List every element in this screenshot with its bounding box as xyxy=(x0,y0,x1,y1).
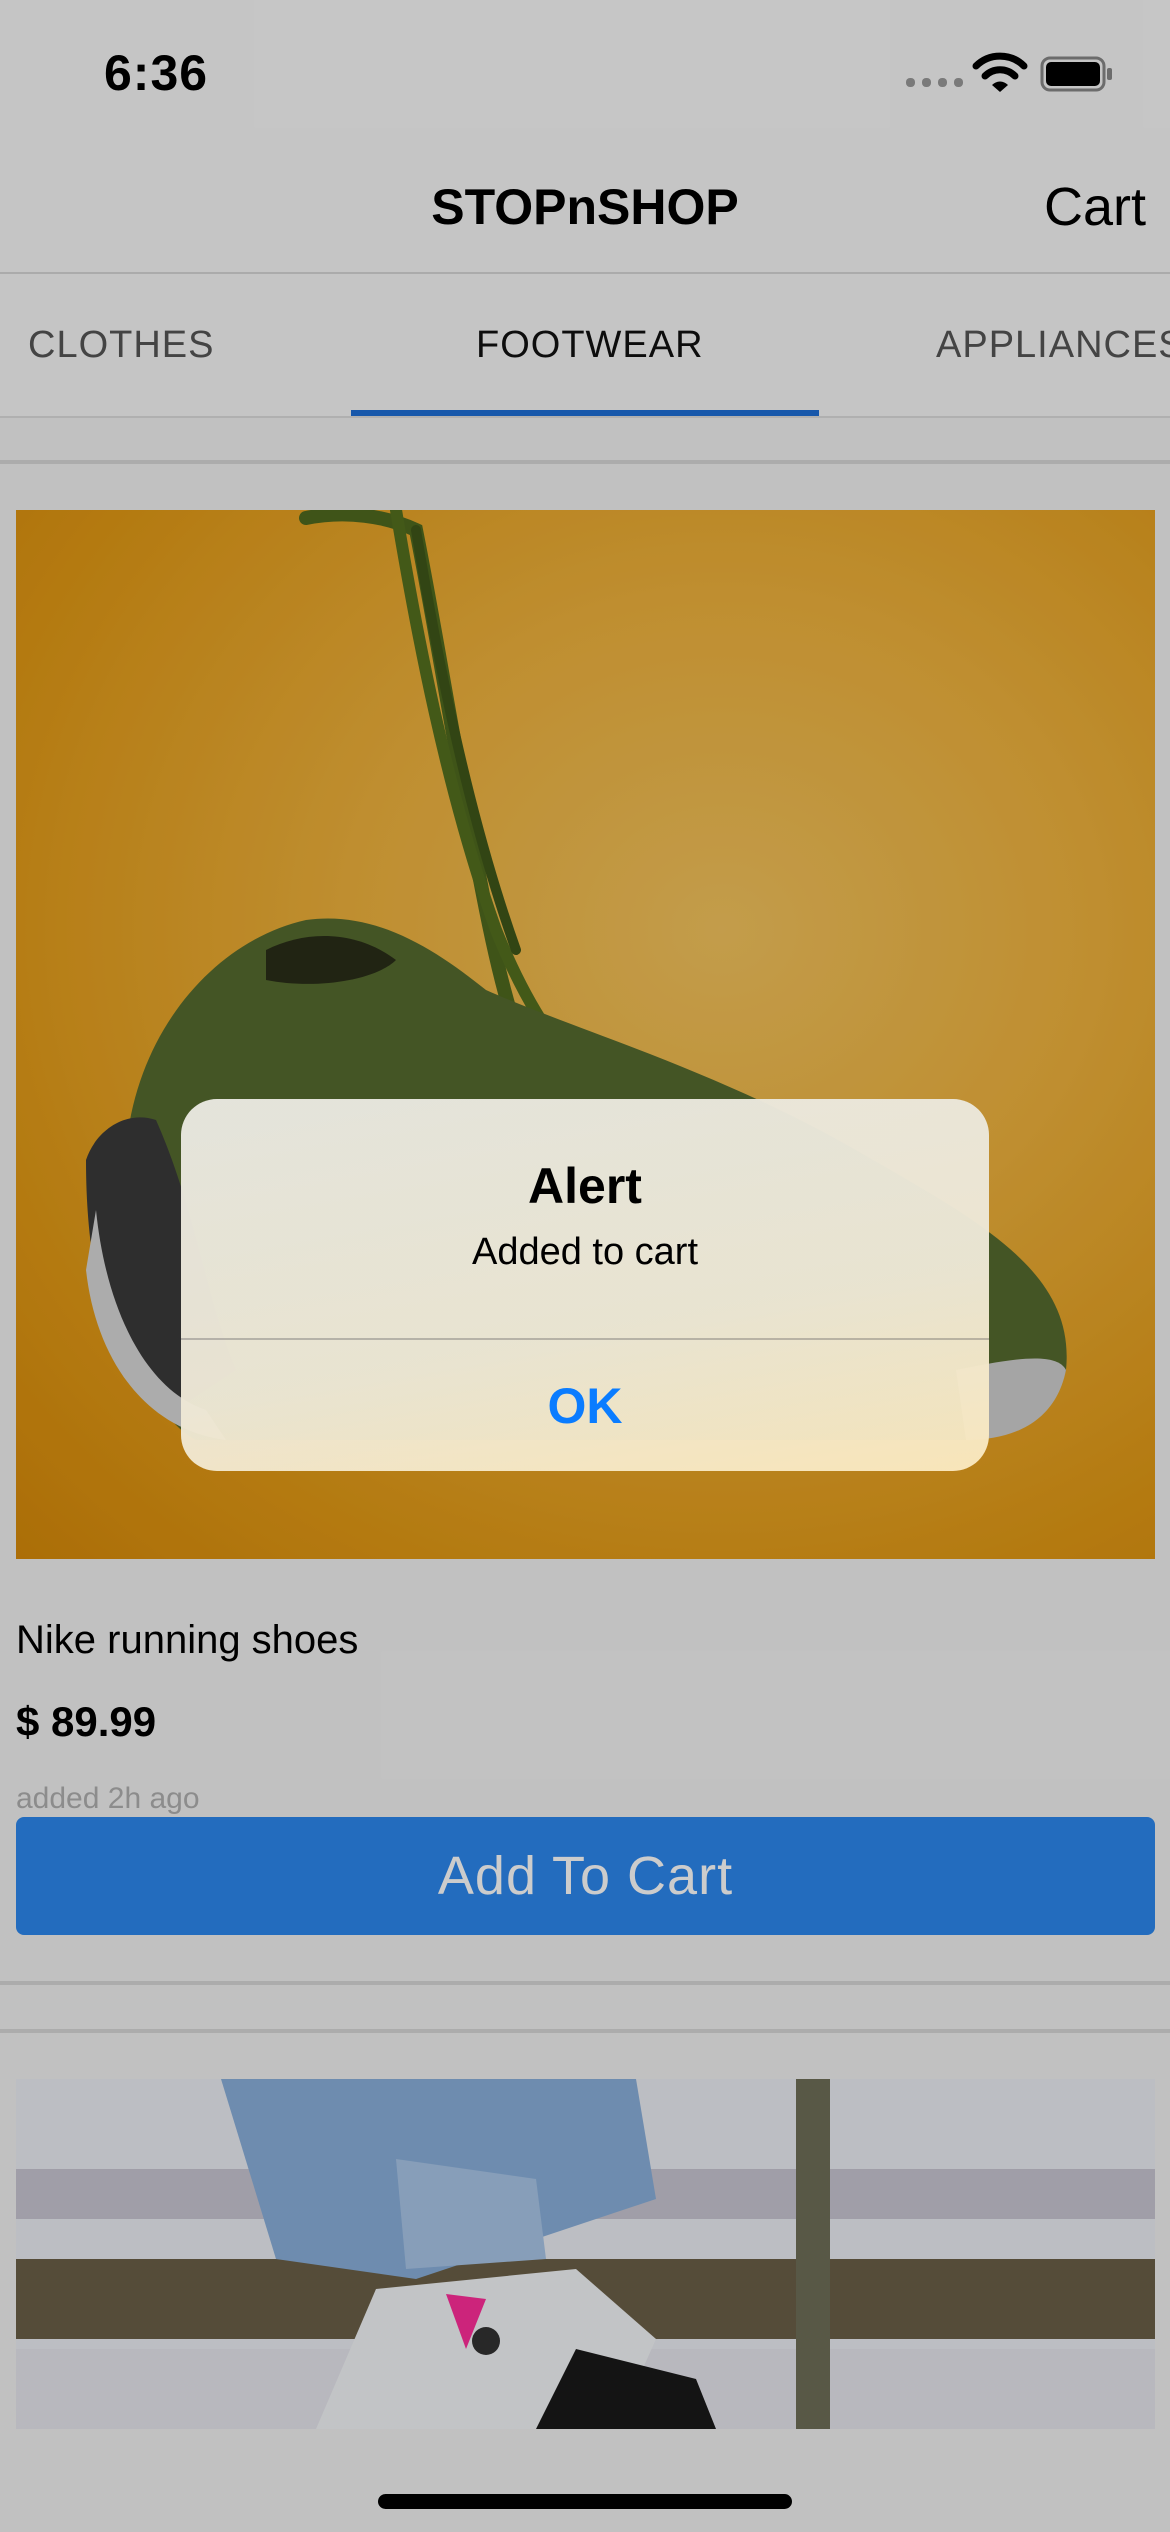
alert-title: Alert xyxy=(528,1158,642,1214)
alert-dialog: Alert Added to cart OK xyxy=(181,1099,989,1471)
alert-message: Added to cart xyxy=(471,1231,699,1273)
alert-ok-button[interactable]: OK xyxy=(181,1340,989,1471)
